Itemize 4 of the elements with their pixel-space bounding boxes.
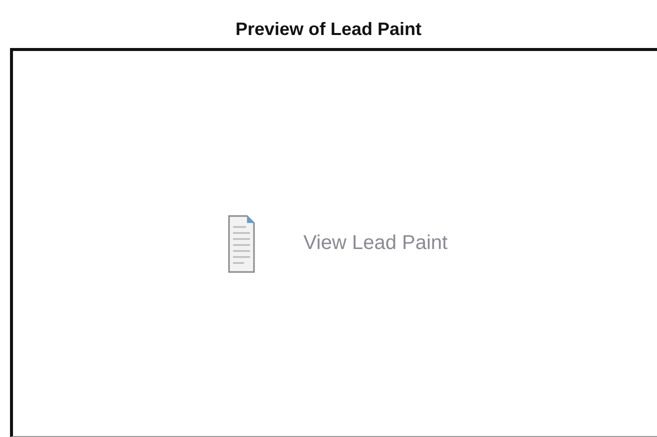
preview-title: Preview of Lead Paint bbox=[234, 18, 423, 41]
view-document-link[interactable]: View Lead Paint bbox=[228, 214, 448, 272]
document-icon bbox=[228, 214, 256, 272]
view-link-text: View Lead Paint bbox=[303, 232, 448, 255]
